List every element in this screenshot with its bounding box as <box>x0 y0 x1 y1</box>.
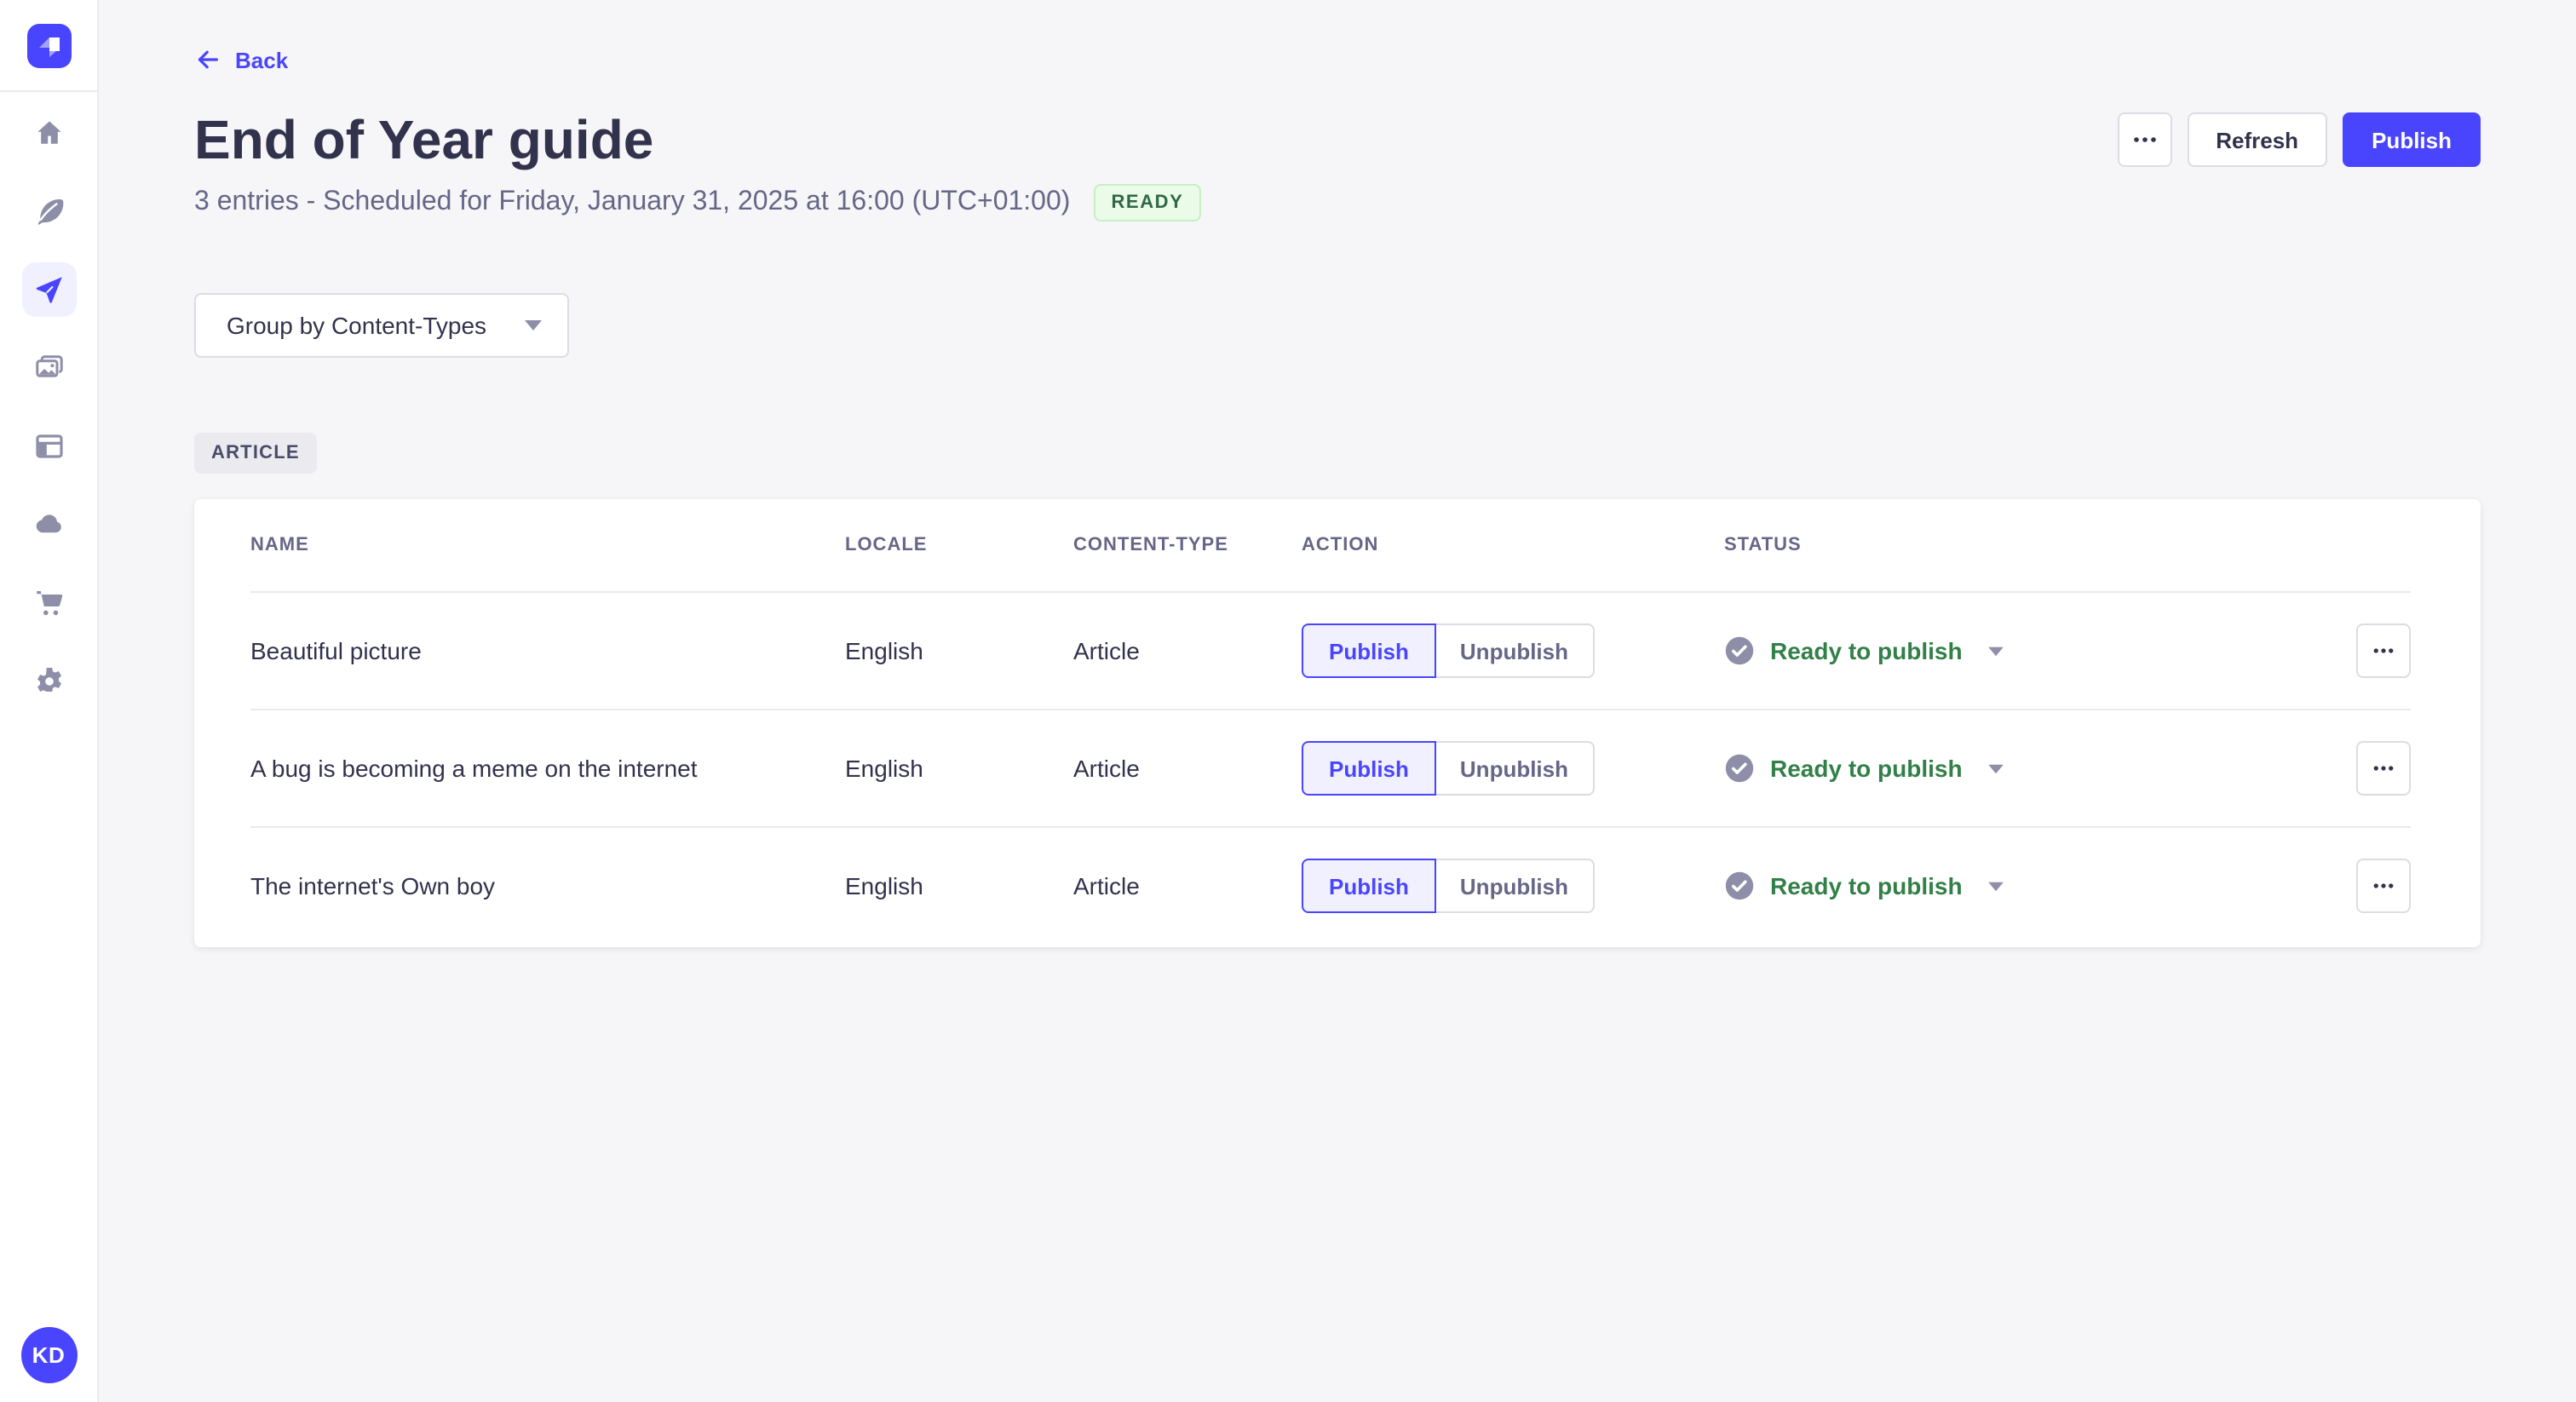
check-circle-icon <box>1725 636 1754 665</box>
action-toggle: Publish Unpublish <box>1302 623 1724 678</box>
column-header-status: STATUS <box>1724 535 1802 555</box>
entry-name: A bug is becoming a meme on the internet <box>250 755 698 782</box>
table-header-row: NAME LOCALE CONTENT-TYPE ACTION STATUS <box>250 499 2411 593</box>
refresh-button[interactable]: Refresh <box>2187 112 2328 167</box>
paper-plane-icon <box>35 277 61 303</box>
content-type-group-label: ARTICLE <box>194 433 317 474</box>
ellipsis-icon <box>2373 648 2394 653</box>
entries-table-card: NAME LOCALE CONTENT-TYPE ACTION STATUS B… <box>194 499 2481 947</box>
sidebar-item-releases[interactable] <box>21 262 76 317</box>
check-circle-icon <box>1725 754 1754 783</box>
chevron-down-icon <box>525 320 542 330</box>
row-publish-button[interactable]: Publish <box>1302 623 1436 678</box>
arrow-left-icon <box>198 50 218 69</box>
entry-locale: English <box>845 755 923 782</box>
strapi-logo[interactable] <box>26 24 71 68</box>
status-label: Ready to publish <box>1770 637 1963 664</box>
status-dropdown[interactable]: Ready to publish <box>1724 871 2356 901</box>
check-circle-icon <box>1725 871 1754 900</box>
avatar[interactable]: KD <box>20 1327 77 1383</box>
action-toggle: Publish Unpublish <box>1302 741 1724 796</box>
column-header-action: ACTION <box>1302 535 1379 555</box>
entry-content-type: Article <box>1073 755 1140 782</box>
status-badge: READY <box>1094 184 1201 221</box>
table-row: Beautiful picture English Article Publis… <box>250 593 2411 709</box>
chevron-down-icon <box>1987 763 2004 773</box>
row-publish-button[interactable]: Publish <box>1302 859 1436 913</box>
status-dropdown[interactable]: Ready to publish <box>1724 753 2356 784</box>
entry-name: The internet's Own boy <box>250 872 496 899</box>
sidebar-item-settings[interactable] <box>21 654 76 709</box>
status-label: Ready to publish <box>1770 872 1963 899</box>
sidebar: KD <box>0 0 99 1402</box>
images-icon <box>35 355 62 377</box>
back-label: Back <box>235 47 289 72</box>
publish-button[interactable]: Publish <box>2343 112 2481 167</box>
chevron-down-icon <box>1987 646 2004 656</box>
strapi-logo-icon <box>38 37 59 57</box>
row-more-button[interactable] <box>2356 859 2411 913</box>
row-more-button[interactable] <box>2356 623 2411 678</box>
entry-locale: English <box>845 872 923 899</box>
status-dropdown[interactable]: Ready to publish <box>1724 635 2356 666</box>
row-unpublish-button[interactable]: Unpublish <box>1434 859 1594 913</box>
column-header-name: NAME <box>250 535 309 555</box>
chevron-down-icon <box>1987 881 2004 891</box>
entry-content-type: Article <box>1073 872 1140 899</box>
row-unpublish-button[interactable]: Unpublish <box>1434 741 1594 796</box>
entry-locale: English <box>845 637 923 664</box>
sidebar-item-deploy[interactable] <box>21 497 76 552</box>
row-publish-button[interactable]: Publish <box>1302 741 1436 796</box>
more-options-button[interactable] <box>2117 112 2172 167</box>
ellipsis-icon <box>2373 766 2394 771</box>
entry-name: Beautiful picture <box>250 637 422 664</box>
row-more-button[interactable] <box>2356 741 2411 796</box>
column-header-locale: LOCALE <box>845 535 928 555</box>
release-subtitle: 3 entries - Scheduled for Friday, Januar… <box>194 187 1071 216</box>
entry-content-type: Article <box>1073 637 1140 664</box>
sidebar-nav <box>21 106 76 709</box>
sidebar-item-content-manager[interactable] <box>21 184 76 238</box>
table-row: The internet's Own boy English Article P… <box>250 826 2411 944</box>
cloud-icon <box>35 514 60 533</box>
main-content: Back End of Year guide Refresh Publish 3… <box>99 0 2576 1402</box>
sidebar-item-content-type-builder[interactable] <box>21 419 76 474</box>
table-row: A bug is becoming a meme on the internet… <box>250 709 2411 826</box>
sidebar-item-media-library[interactable] <box>21 341 76 395</box>
column-header-content-type: CONTENT-TYPE <box>1073 535 1228 555</box>
back-button[interactable]: Back <box>194 46 288 73</box>
header-actions: Refresh Publish <box>2117 112 2481 167</box>
home-icon <box>37 121 60 144</box>
layout-icon <box>35 434 62 458</box>
group-by-select[interactable]: Group by Content-Types <box>194 293 569 358</box>
app-window: KD Back End of Year guide Refresh Publis <box>0 0 2576 1402</box>
sidebar-item-marketplace[interactable] <box>21 576 76 630</box>
row-unpublish-button[interactable]: Unpublish <box>1434 623 1594 678</box>
back-row: Back <box>194 0 2481 82</box>
page-title: End of Year guide <box>194 109 654 170</box>
action-toggle: Publish Unpublish <box>1302 859 1724 913</box>
cart-icon <box>36 591 62 616</box>
ellipsis-icon <box>2373 883 2394 888</box>
feather-icon <box>37 199 63 225</box>
ellipsis-icon <box>2133 137 2156 142</box>
group-by-value: Group by Content-Types <box>227 312 487 339</box>
sidebar-item-home[interactable] <box>21 106 76 160</box>
sidebar-divider <box>0 90 97 92</box>
gear-icon <box>37 668 60 692</box>
status-label: Ready to publish <box>1770 755 1963 782</box>
